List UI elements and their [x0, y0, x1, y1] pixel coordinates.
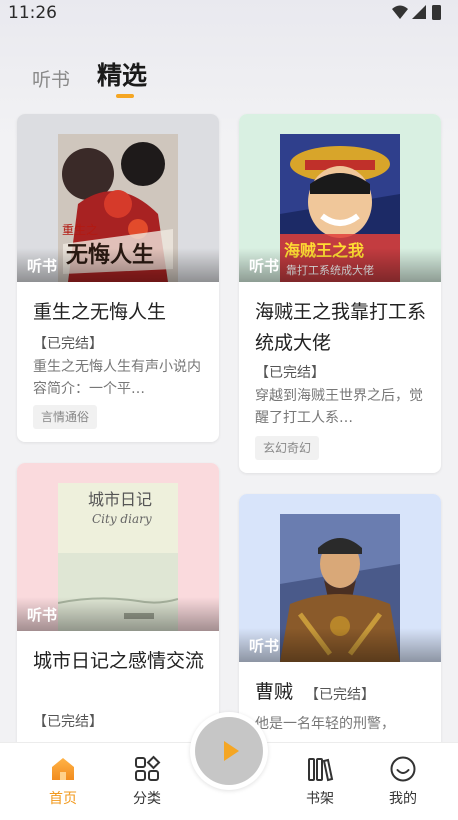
book-description: 穿越到海贼王世界之后，觉醒了打工人系…: [255, 388, 423, 426]
cover-tag: 听书: [27, 606, 58, 624]
bookshelf-icon: [308, 758, 334, 782]
nav-label: 分类: [133, 791, 161, 807]
top-tabs: 听书 精选: [0, 56, 458, 104]
book-card-3[interactable]: 城市日记 City diary 听书 城市日记之感情交流 【已完结】: [17, 463, 219, 753]
profile-icon: [390, 756, 416, 782]
svg-text:City diary: City diary: [92, 512, 152, 526]
book-description: 重生之无悔人生有声小说内容简介：一个平…: [33, 359, 201, 397]
nav-label: 首页: [49, 791, 77, 807]
player-button[interactable]: [190, 712, 268, 790]
cover-tag: 听书: [249, 257, 280, 275]
cover-area: 城市日记 City diary 听书: [17, 463, 219, 631]
book-title: 海贼王之我靠打工系统成大佬: [255, 301, 427, 354]
svg-text:城市日记: 城市日记: [88, 490, 152, 509]
battery-icon: [432, 5, 441, 20]
book-card-1[interactable]: 无悔人生 重生之 听书 重生之无悔人生 【已完结】 重生之无悔人生有声小说内容简…: [17, 114, 219, 442]
book-title: 重生之无悔人生: [33, 301, 167, 323]
tab-featured[interactable]: 精选: [97, 56, 147, 92]
book-status: 【已完结】: [33, 714, 103, 730]
nav-profile[interactable]: 我的: [368, 743, 438, 820]
nav-label: 我的: [389, 791, 417, 807]
tab-listen[interactable]: 听书: [32, 65, 70, 92]
book-card-2[interactable]: 海贼王之我 靠打工系统成大佬 听书 海贼王之我靠打工系统成大佬 【已完结】 穿越…: [239, 114, 441, 473]
cover-area: 听书: [239, 494, 441, 662]
signal-icon: [412, 5, 426, 19]
category-icon: [135, 755, 161, 781]
cover-area: 海贼王之我 靠打工系统成大佬 听书: [239, 114, 441, 282]
play-icon: [224, 741, 239, 761]
book-status: 【已完结】: [305, 687, 375, 703]
status-bar: 11:26: [0, 0, 458, 26]
book-title: 城市日记之感情交流: [33, 650, 205, 672]
svg-text:重生之: 重生之: [62, 223, 98, 237]
cover-area: 无悔人生 重生之 听书: [17, 114, 219, 282]
cover-tag: 听书: [249, 637, 280, 655]
nav-bookshelf[interactable]: 书架: [285, 743, 355, 820]
book-card-4[interactable]: 听书 曹贼 【已完结】 他是一名年轻的刑警，: [239, 494, 441, 753]
book-status: 【已完结】: [255, 365, 325, 381]
cover-tag: 听书: [27, 257, 58, 275]
nav-home[interactable]: 首页: [28, 743, 98, 820]
active-tab-indicator: [116, 94, 134, 98]
status-time: 11:26: [8, 3, 57, 23]
wifi-icon: [392, 5, 408, 19]
nav-label: 书架: [306, 791, 334, 807]
status-icons: [392, 5, 441, 20]
genre-tag: 玄幻奇幻: [255, 436, 320, 460]
genre-tag: 言情通俗: [33, 405, 98, 429]
book-status: 【已完结】: [33, 336, 103, 352]
home-icon: [52, 758, 74, 780]
nav-category[interactable]: 分类: [112, 743, 182, 820]
